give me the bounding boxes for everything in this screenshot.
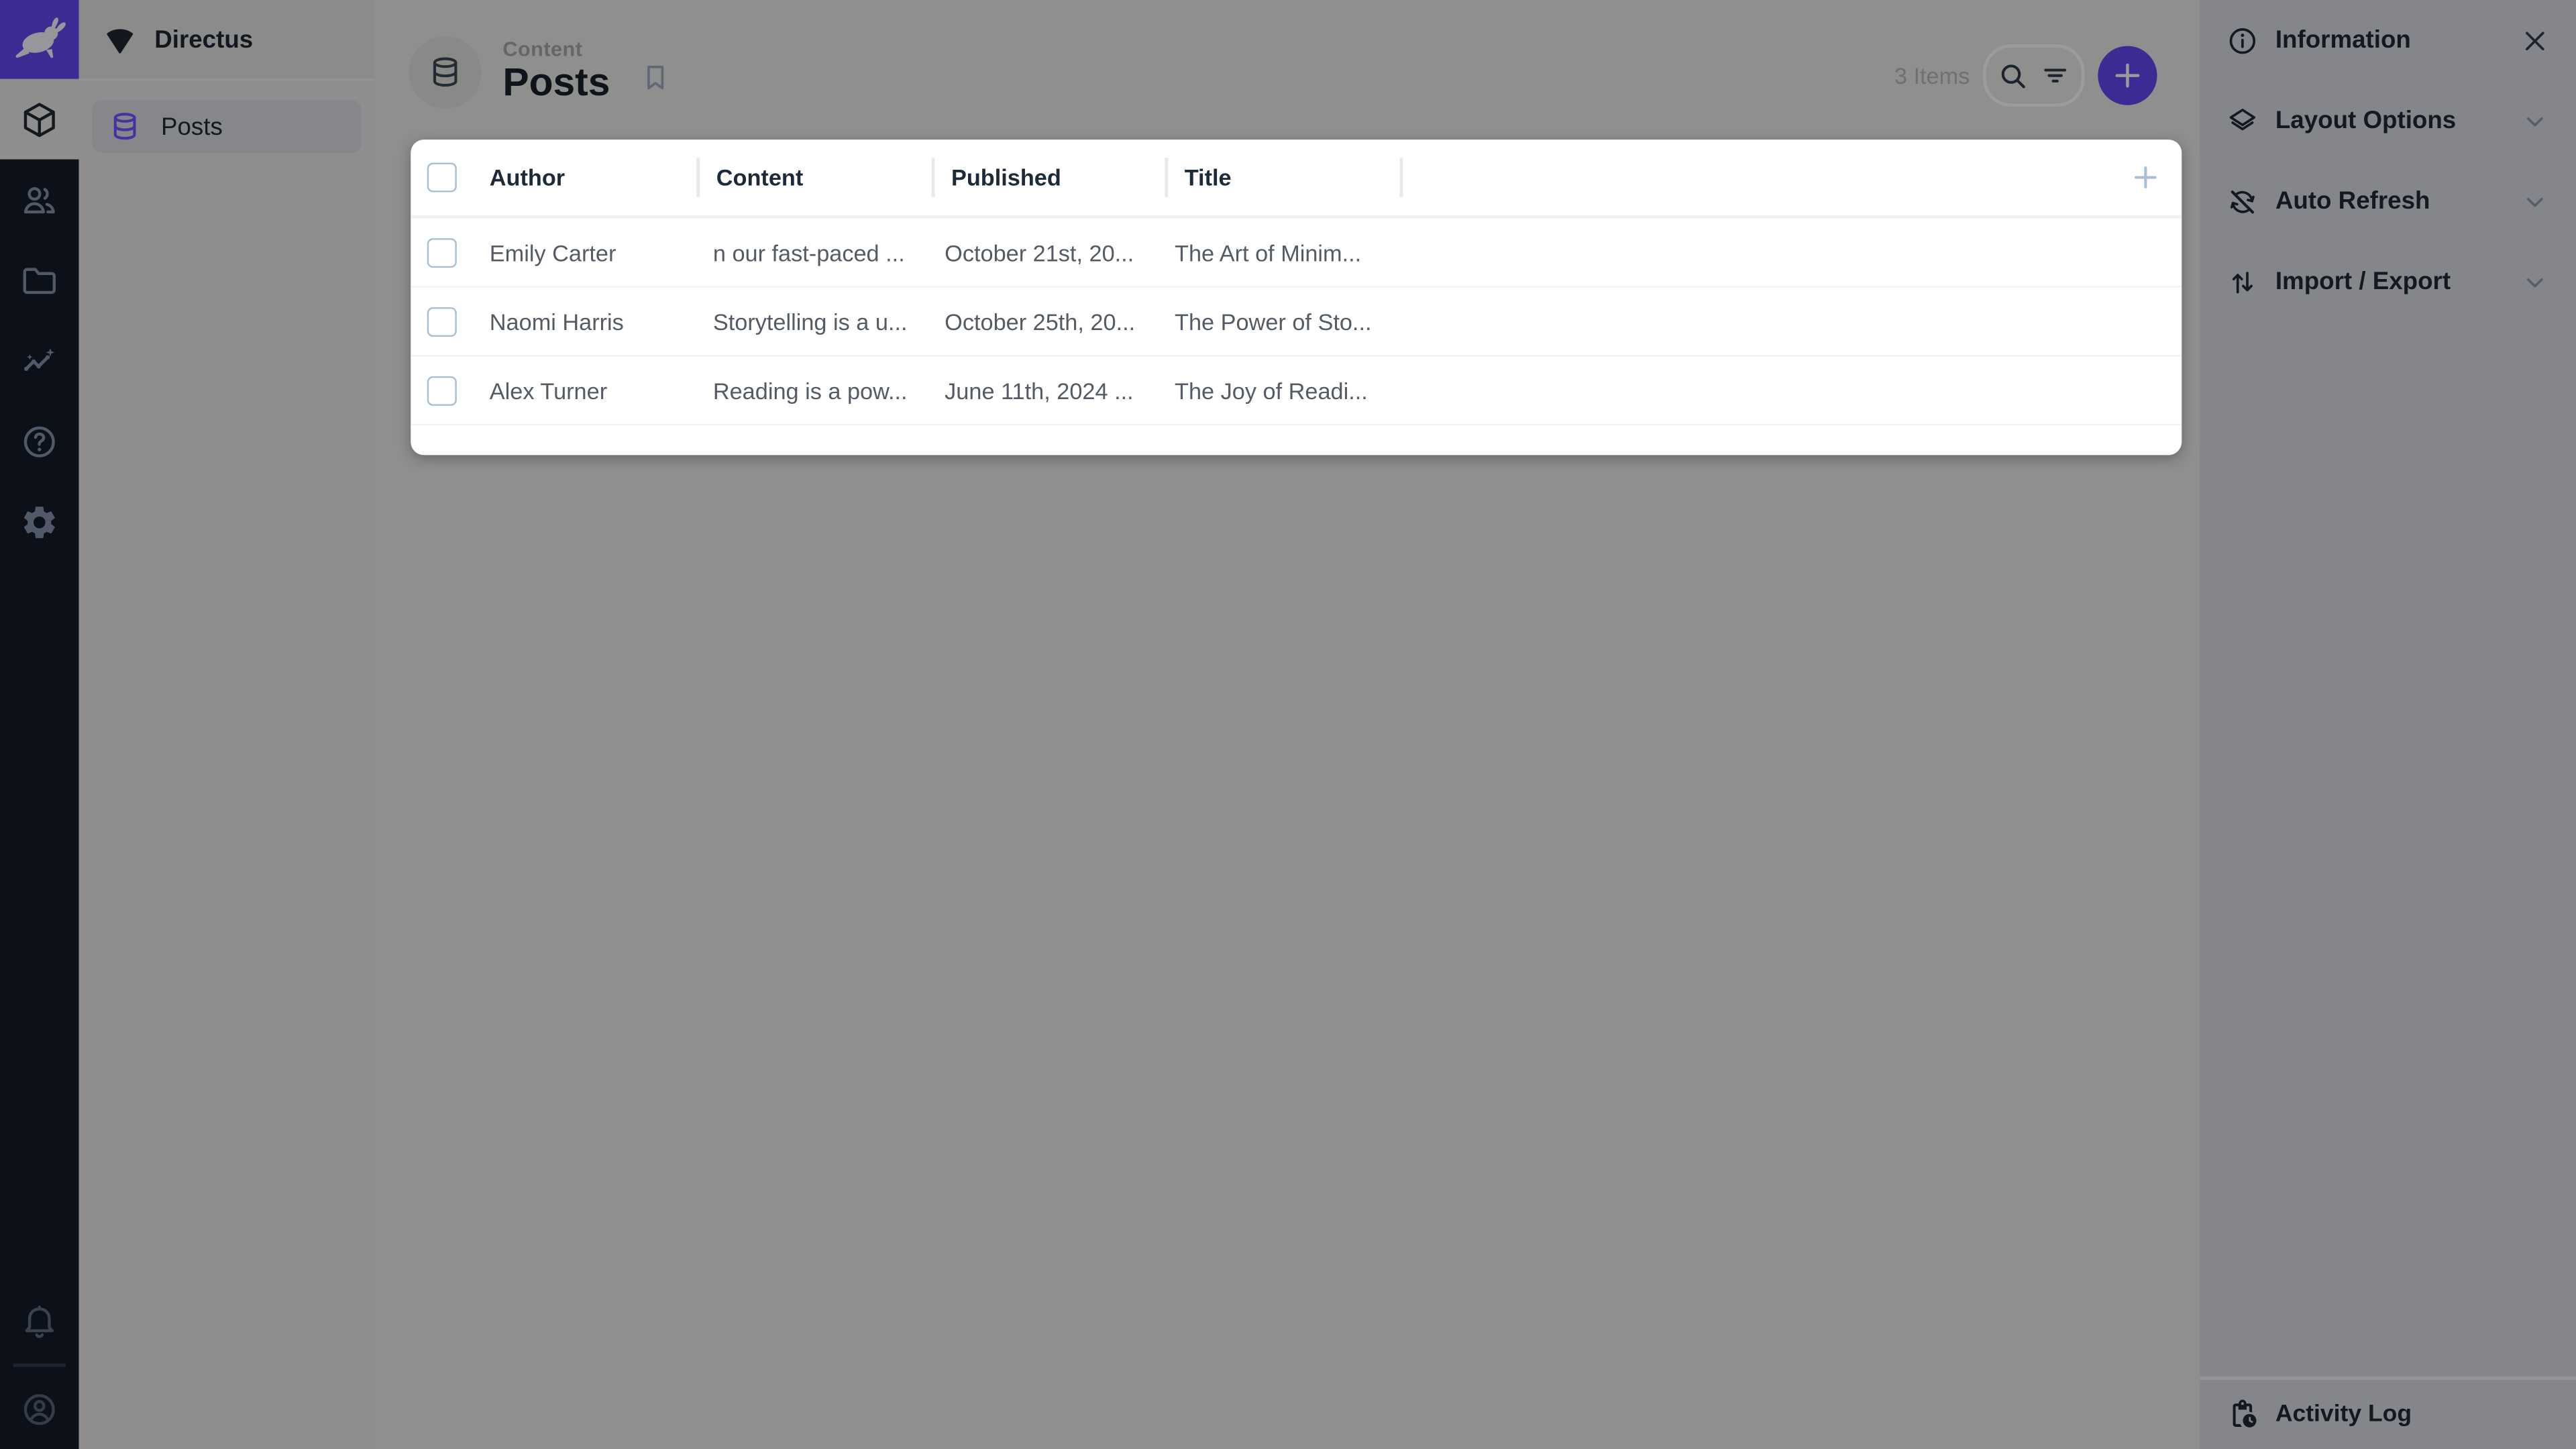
account-circle-icon [19,1390,59,1430]
row-check-cell [411,237,473,267]
cell-content: Reading is a pow... [696,377,928,403]
directus-logo[interactable] [0,0,79,79]
users-icon [19,180,59,219]
column-header-published[interactable]: Published [932,158,1165,197]
nav-item-posts[interactable]: Posts [92,100,362,152]
project-header[interactable]: Directus [79,0,375,80]
database-icon [427,54,464,91]
cell-title: The Joy of Readi... [1159,377,1390,403]
notifications-button[interactable] [0,1281,79,1360]
module-bar [0,0,79,1449]
sidebar-section-import-export[interactable]: Import / Export [2200,241,2576,322]
items-table-card: AuthorContentPublishedTitle Emily Carter… [411,140,2182,455]
sync-disabled-icon [2226,185,2259,218]
plus-icon [2109,58,2145,94]
page-header: Content Posts 3 Items [374,0,2201,140]
search-filter-pill [1983,44,2085,107]
select-all-checkbox[interactable] [427,162,457,192]
cell-content: Storytelling is a u... [696,308,928,334]
box-icon [19,99,59,139]
cell-author: Alex Turner [473,377,696,403]
account-button[interactable] [0,1370,79,1449]
layers-icon [2226,105,2259,138]
rabbit-logo-icon [10,10,69,69]
column-header-title[interactable]: Title [1165,158,1399,197]
module-users[interactable] [0,160,79,240]
module-settings[interactable] [0,482,79,562]
row-checkbox[interactable] [427,376,457,405]
row-checkbox[interactable] [427,307,457,336]
plus-icon [2129,161,2162,194]
cell-content: n our fast-paced ... [696,239,928,265]
filter-icon[interactable] [2039,59,2072,92]
table-header-check-cell [411,162,473,192]
navigation-panel: Directus Posts [79,0,375,1449]
column-header-content[interactable]: Content [696,158,931,197]
items-count: 3 Items [1894,62,1970,89]
cell-title: The Power of Sto... [1159,308,1390,334]
table-row[interactable]: Naomi HarrisStorytelling is a u...Octobe… [411,288,2182,357]
database-icon [109,110,142,143]
table-header-columns: AuthorContentPublishedTitle [473,158,1399,197]
table-header-row: AuthorContentPublishedTitle [411,140,2182,219]
cell-title: The Art of Minim... [1159,239,1390,265]
add-column-button[interactable] [2109,161,2182,194]
search-icon[interactable] [1996,59,2029,92]
module-content[interactable] [0,79,79,160]
module-help[interactable] [0,401,79,482]
breadcrumb: Content [502,38,610,61]
settings-icon [19,502,59,541]
cell-published: October 21st, 20... [928,239,1159,265]
sidebar-sections: Layout Options Auto Refresh Import / Expor… [2200,80,2576,322]
collection-icon-chip [409,36,482,109]
sidebar-section-layout-options[interactable]: Layout Options [2200,80,2576,161]
row-check-cell [411,376,473,405]
page-title: Posts [502,63,610,107]
chevron-down-icon [2520,267,2550,297]
swap-vert-icon [2226,266,2259,299]
cell-author: Emily Carter [473,239,696,265]
bell-icon [19,1301,59,1341]
table-header-filler [1400,158,2110,197]
column-header-author[interactable]: Author [473,164,696,191]
chevron-down-icon [2520,106,2550,136]
sidebar-section-auto-refresh[interactable]: Auto Refresh [2200,161,2576,241]
activity-log-button[interactable]: Activity Log [2200,1377,2576,1449]
screen: Directus Posts Content Posts 3 Items [0,0,2576,1449]
cell-published: October 25th, 20... [928,308,1159,334]
cell-published: June 11th, 2024 ... [928,377,1159,403]
module-insights[interactable] [0,321,79,401]
cell-author: Naomi Harris [473,308,696,334]
row-checkbox[interactable] [427,237,457,267]
folder-icon [19,260,59,300]
sidebar: Information Layout Options Auto Refresh Im… [2200,0,2576,1449]
sidebar-spacer [2200,322,2576,1377]
clipboard-clock-icon [2226,1398,2259,1431]
nav-items: Posts [79,80,375,172]
bookmark-icon[interactable] [640,61,673,94]
module-list [0,79,79,562]
activity-log-label: Activity Log [2275,1401,2412,1428]
sidebar-section-information[interactable]: Information [2200,0,2576,80]
add-item-button[interactable] [2098,46,2157,105]
table-row[interactable]: Emily Cartern our fast-paced ...October … [411,219,2182,288]
close-icon[interactable] [2520,25,2550,55]
sidebar-section-label: Import / Export [2275,268,2504,296]
nav-item-label: Posts [161,113,223,141]
module-bar-divider [13,1364,66,1367]
table-body: Emily Cartern our fast-paced ...October … [411,219,2182,426]
help-icon [19,421,59,461]
insights-icon [19,341,59,380]
table-row[interactable]: Alex TurnerReading is a pow...June 11th,… [411,356,2182,425]
project-logo-icon [102,21,138,58]
row-check-cell [411,307,473,336]
module-files[interactable] [0,240,79,321]
sidebar-section-label: Information [2275,26,2504,54]
info-icon [2226,24,2259,57]
project-name: Directus [154,25,253,54]
chevron-down-icon [2520,186,2550,216]
sidebar-section-label: Auto Refresh [2275,187,2504,215]
sidebar-section-label: Layout Options [2275,107,2504,135]
